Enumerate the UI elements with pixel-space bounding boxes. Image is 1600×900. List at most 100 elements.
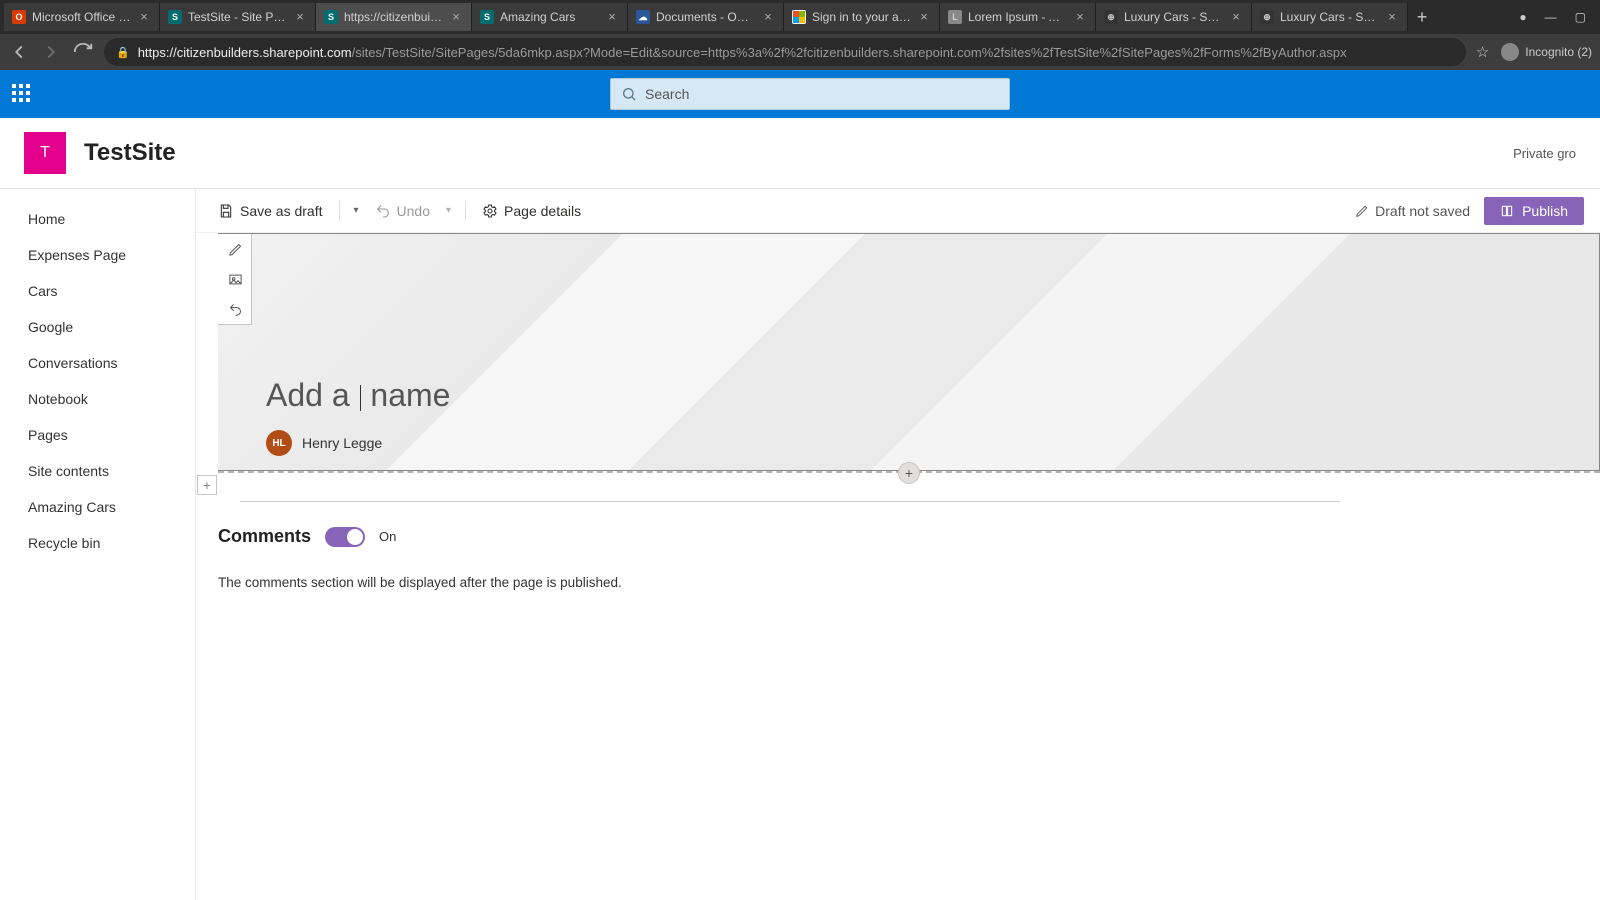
comments-toggle[interactable] xyxy=(325,527,365,547)
title-text-before: Add a xyxy=(266,377,350,413)
favicon: S xyxy=(324,10,338,24)
undo-chevron-icon[interactable]: ▾ xyxy=(442,205,455,216)
add-section-button[interactable]: + xyxy=(197,475,217,495)
browser-tab[interactable]: Sign in to your accoun× xyxy=(784,3,940,31)
search-icon xyxy=(621,86,637,102)
close-icon[interactable]: × xyxy=(137,10,151,24)
close-icon[interactable]: × xyxy=(761,10,775,24)
reset-tool[interactable] xyxy=(218,294,252,324)
browser-tab[interactable]: S TestSite - Site Pages - × xyxy=(160,3,316,31)
site-privacy-label: Private gro xyxy=(1513,146,1576,161)
tab-title: Microsoft Office Home xyxy=(32,10,131,24)
browser-chrome: OMicrosoft Office Home×STestSite - Site … xyxy=(0,0,1600,70)
thin-divider xyxy=(240,501,1340,502)
forward-button[interactable] xyxy=(40,41,62,63)
suite-search[interactable]: Search xyxy=(610,78,1010,110)
page-details-label: Page details xyxy=(504,203,581,219)
new-tab-button[interactable]: + xyxy=(1408,3,1436,31)
close-icon[interactable]: × xyxy=(449,10,463,24)
pencil-icon xyxy=(1355,204,1369,218)
save-icon xyxy=(218,203,234,219)
left-nav: HomeExpenses PageCarsGoogleConversations… xyxy=(0,189,196,900)
page-canvas: Add a name HL Henry Legge + + Comments xyxy=(196,233,1600,900)
close-icon[interactable]: × xyxy=(1385,10,1399,24)
favicon: ⊕ xyxy=(1104,10,1118,24)
publish-icon xyxy=(1500,204,1514,218)
account-dot-icon[interactable]: ● xyxy=(1519,10,1526,24)
draft-status: Draft not saved xyxy=(1355,203,1470,219)
tab-title: Documents - OneDriv xyxy=(656,10,755,24)
incognito-label: Incognito (2) xyxy=(1525,45,1592,59)
close-icon[interactable]: × xyxy=(605,10,619,24)
browser-tab[interactable]: L Lorem Ipsum - All the × xyxy=(940,3,1096,31)
undo-icon xyxy=(375,203,391,219)
favicon xyxy=(792,10,806,24)
nav-item[interactable]: Recycle bin xyxy=(0,525,195,561)
image-tool[interactable] xyxy=(218,264,252,294)
tab-title: Luxury Cars - Sedans, xyxy=(1124,10,1223,24)
undo-label: Undo xyxy=(397,203,430,219)
publish-label: Publish xyxy=(1522,203,1568,219)
lock-icon: 🔒 xyxy=(116,46,130,59)
separator xyxy=(339,201,340,221)
tab-title: Lorem Ipsum - All the xyxy=(968,10,1067,24)
add-webpart-button[interactable]: + xyxy=(898,462,920,484)
save-as-draft-button[interactable]: Save as draft xyxy=(212,199,329,223)
nav-item[interactable]: Pages xyxy=(0,417,195,453)
nav-item[interactable]: Expenses Page xyxy=(0,237,195,273)
nav-item[interactable]: Notebook xyxy=(0,381,195,417)
main-region: HomeExpenses PageCarsGoogleConversations… xyxy=(0,188,1600,900)
separator xyxy=(465,201,466,221)
canvas-column: Save as draft ▾ Undo ▾ Page details Draf… xyxy=(196,189,1600,900)
browser-tab[interactable]: ⊕Luxury Cars - Sedans,× xyxy=(1252,3,1408,31)
nav-item[interactable]: Amazing Cars xyxy=(0,489,195,525)
publish-button[interactable]: Publish xyxy=(1484,197,1584,225)
tab-title: TestSite - Site Pages - xyxy=(188,10,287,24)
site-title[interactable]: TestSite xyxy=(84,139,176,167)
favicon: S xyxy=(480,10,494,24)
bookmark-star-icon[interactable]: ☆ xyxy=(1476,43,1489,61)
browser-tab[interactable]: ⊕ Luxury Cars - Sedans, × xyxy=(1096,3,1252,31)
tab-title: https://citizenbuilders xyxy=(344,10,443,24)
browser-tab[interactable]: OMicrosoft Office Home× xyxy=(4,3,160,31)
app-launcher-icon[interactable] xyxy=(12,84,32,104)
address-bar: 🔒 https://citizenbuilders.sharepoint.com… xyxy=(0,34,1600,70)
comments-note: The comments section will be displayed a… xyxy=(218,575,1600,590)
save-label: Save as draft xyxy=(240,203,323,219)
edit-title-tool[interactable] xyxy=(218,234,252,264)
suite-header: Search xyxy=(0,70,1600,118)
page-details-button[interactable]: Page details xyxy=(476,199,587,223)
nav-item[interactable]: Cars xyxy=(0,273,195,309)
favicon: S xyxy=(168,10,182,24)
maximize-button[interactable]: ▢ xyxy=(1575,10,1586,24)
omnibox[interactable]: 🔒 https://citizenbuilders.sharepoint.com… xyxy=(104,38,1466,66)
nav-item[interactable]: Home xyxy=(0,201,195,237)
nav-item[interactable]: Conversations xyxy=(0,345,195,381)
close-icon[interactable]: × xyxy=(917,10,931,24)
site-header: T TestSite Private gro xyxy=(0,118,1600,188)
tab-strip: OMicrosoft Office Home×STestSite - Site … xyxy=(0,0,1600,34)
browser-tab[interactable]: ☁Documents - OneDriv× xyxy=(628,3,784,31)
close-icon[interactable]: × xyxy=(293,10,307,24)
author-row[interactable]: HL Henry Legge xyxy=(266,430,382,456)
minimize-button[interactable]: — xyxy=(1545,10,1557,24)
close-icon[interactable]: × xyxy=(1229,10,1243,24)
page-title-input[interactable]: Add a name xyxy=(266,377,450,414)
save-chevron-icon[interactable]: ▾ xyxy=(350,205,363,216)
site-logo[interactable]: T xyxy=(24,132,66,174)
close-icon[interactable]: × xyxy=(1073,10,1087,24)
draft-status-label: Draft not saved xyxy=(1375,203,1470,219)
browser-tab[interactable]: Shttps://citizenbuilders × xyxy=(316,3,472,31)
command-bar: Save as draft ▾ Undo ▾ Page details Draf… xyxy=(196,189,1600,233)
back-button[interactable] xyxy=(8,41,30,63)
nav-item[interactable]: Site contents xyxy=(0,453,195,489)
title-area[interactable]: Add a name HL Henry Legge xyxy=(218,233,1600,471)
favicon: L xyxy=(948,10,962,24)
reload-button[interactable] xyxy=(72,41,94,63)
incognito-icon xyxy=(1501,43,1519,61)
incognito-badge[interactable]: Incognito (2) xyxy=(1501,43,1592,61)
undo-button[interactable]: Undo xyxy=(369,199,436,223)
text-cursor xyxy=(360,385,361,411)
browser-tab[interactable]: SAmazing Cars× xyxy=(472,3,628,31)
nav-item[interactable]: Google xyxy=(0,309,195,345)
